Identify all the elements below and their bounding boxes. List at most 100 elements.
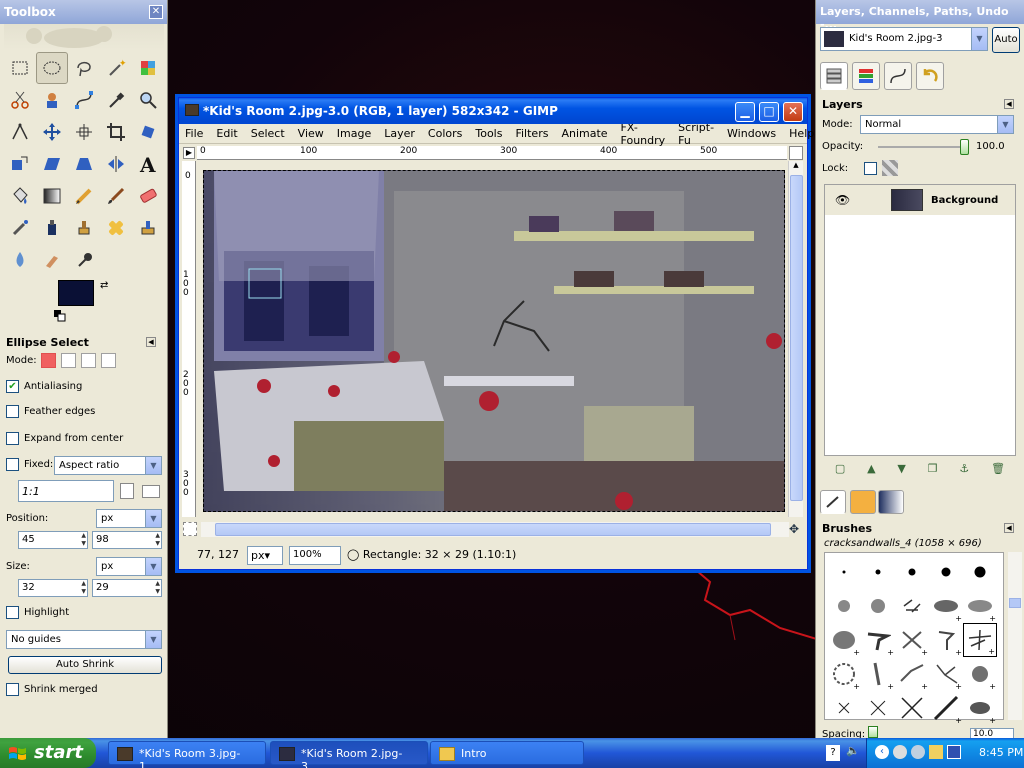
smudge-icon[interactable] xyxy=(36,244,68,276)
foreground-color-swatch[interactable] xyxy=(58,280,94,306)
brush-item[interactable] xyxy=(929,555,963,589)
fixed-checkbox[interactable] xyxy=(6,458,19,471)
eraser-icon[interactable] xyxy=(132,180,164,212)
panel-menu-icon[interactable]: ◀ xyxy=(146,337,156,347)
align-icon[interactable] xyxy=(68,116,100,148)
brush-item[interactable]: + xyxy=(861,657,895,691)
scissors-icon[interactable] xyxy=(4,84,36,116)
image-window-title-bar[interactable]: *Kid's Room 2.jpg-3.0 (RGB, 1 layer) 582… xyxy=(179,98,807,124)
delete-icon[interactable]: 🗑 xyxy=(991,462,1005,475)
brush-item[interactable]: + xyxy=(861,623,895,657)
layers-tab-icon[interactable] xyxy=(820,62,848,90)
menu-colors[interactable]: Colors xyxy=(428,127,462,140)
scrollbar-thumb[interactable] xyxy=(790,175,803,501)
auto-shrink-button[interactable]: Auto Shrink xyxy=(8,656,162,674)
scrollbar-thumb[interactable] xyxy=(215,523,771,536)
expand-row[interactable]: Expand from center xyxy=(6,432,123,445)
brush-scrollbar[interactable] xyxy=(1008,552,1022,720)
close-icon[interactable]: ✕ xyxy=(149,5,163,19)
text-icon[interactable]: A xyxy=(132,148,164,180)
ink-icon[interactable] xyxy=(36,212,68,244)
auto-button[interactable]: Auto xyxy=(992,27,1020,53)
zoom-icon[interactable] xyxy=(132,84,164,116)
paths-tab-icon[interactable] xyxy=(884,62,912,90)
swap-colors-icon[interactable]: ⇄ xyxy=(100,280,108,291)
scroll-up-icon[interactable]: ▲ xyxy=(789,161,803,169)
panel-menu-icon[interactable]: ◀ xyxy=(1004,99,1014,109)
mode-intersect-icon[interactable] xyxy=(100,353,116,368)
rect-select-icon[interactable] xyxy=(4,52,36,84)
perspective-clone-icon[interactable] xyxy=(132,212,164,244)
brush-item[interactable]: + xyxy=(895,623,929,657)
anchor-icon[interactable]: ⚓ xyxy=(959,462,969,475)
color-picker-icon[interactable] xyxy=(100,84,132,116)
portrait-icon[interactable] xyxy=(120,483,134,499)
lower-layer-icon[interactable]: ▼ xyxy=(897,462,905,475)
brush-item[interactable] xyxy=(895,589,929,623)
menu-script-fu[interactable]: Script-Fu xyxy=(678,121,714,147)
eye-icon[interactable]: 👁 xyxy=(835,193,851,207)
unit-select[interactable]: px▾ xyxy=(247,546,283,565)
layer-row[interactable]: 👁 Background xyxy=(825,185,1015,215)
brush-item[interactable]: + xyxy=(963,657,997,691)
size-unit-select[interactable]: px ▼ xyxy=(96,557,162,576)
canvas-area[interactable] xyxy=(197,161,789,517)
gradients-tab-icon[interactable] xyxy=(878,490,904,514)
ratio-entry[interactable]: 1:1 xyxy=(18,480,114,502)
brushes-tab-icon[interactable] xyxy=(820,490,846,514)
menu-animate[interactable]: Animate xyxy=(561,127,607,140)
horizontal-ruler[interactable]: 0 100 200 300 400 500 xyxy=(197,146,787,160)
zoom-select[interactable]: 100% xyxy=(289,546,341,565)
chevron-down-icon[interactable]: ▼ xyxy=(145,558,161,575)
position-y-input[interactable]: 98 ▲ ▼ xyxy=(92,531,162,549)
image-select[interactable]: Kid's Room 2.jpg-3 ▼ xyxy=(820,27,988,51)
ellipse-select-icon[interactable] xyxy=(36,52,68,84)
opacity-slider[interactable] xyxy=(878,146,966,148)
magic-wand-icon[interactable]: ✦ xyxy=(100,52,132,84)
help-icon[interactable]: ? xyxy=(826,745,840,761)
menu-select[interactable]: Select xyxy=(251,127,285,140)
menu-arrow-icon[interactable]: ▶ xyxy=(183,147,195,159)
paths-icon[interactable] xyxy=(68,84,100,116)
fixed-mode-select[interactable]: Aspect ratio ▼ xyxy=(54,456,162,475)
zoom-follow-icon[interactable] xyxy=(789,146,803,160)
tray-app-icon[interactable] xyxy=(893,745,907,759)
taskbar-item-active[interactable]: *Kid's Room 2.jpg-3.... xyxy=(270,741,428,768)
measure-icon[interactable] xyxy=(4,116,36,148)
foreground-select-icon[interactable] xyxy=(36,84,68,116)
highlight-row[interactable]: Highlight xyxy=(6,606,69,619)
speaker-icon[interactable]: 🔈 xyxy=(846,744,860,757)
chevron-down-icon[interactable]: ▼ xyxy=(145,631,161,648)
maximize-button[interactable]: □ xyxy=(759,102,779,122)
lock-pixels-checkbox[interactable] xyxy=(864,162,877,175)
spacing-slider-handle[interactable] xyxy=(868,726,878,738)
brush-item[interactable]: + xyxy=(827,623,861,657)
taskbar-item[interactable]: *Kid's Room 3.jpg-1.... xyxy=(108,741,266,768)
paintbrush-icon[interactable] xyxy=(100,180,132,212)
position-unit-select[interactable]: px ▼ xyxy=(96,509,162,528)
move-icon[interactable] xyxy=(36,116,68,148)
mode-subtract-icon[interactable] xyxy=(80,353,96,368)
blur-icon[interactable] xyxy=(4,244,36,276)
mode-add-icon[interactable] xyxy=(60,353,76,368)
start-button[interactable]: start xyxy=(0,738,96,768)
select-by-color-icon[interactable] xyxy=(132,52,164,84)
tray-app-icon[interactable] xyxy=(947,745,961,759)
highlight-checkbox[interactable] xyxy=(6,606,19,619)
duplicate-layer-icon[interactable]: ❐ xyxy=(928,462,938,475)
brush-item[interactable]: + xyxy=(929,589,963,623)
shear-icon[interactable] xyxy=(36,148,68,180)
brush-item[interactable]: + xyxy=(827,657,861,691)
menu-view[interactable]: View xyxy=(298,127,324,140)
menu-filters[interactable]: Filters xyxy=(515,127,548,140)
crop-icon[interactable] xyxy=(100,116,132,148)
antialiasing-checkbox[interactable]: ✔ xyxy=(6,380,19,393)
menu-image[interactable]: Image xyxy=(337,127,371,140)
image-canvas[interactable] xyxy=(203,170,785,512)
position-x-input[interactable]: 45 ▲ ▼ xyxy=(18,531,88,549)
guides-select[interactable]: No guides ▼ xyxy=(6,630,162,649)
chevron-down-icon[interactable]: ▼ xyxy=(997,116,1013,133)
brush-item[interactable] xyxy=(827,555,861,589)
menu-edit[interactable]: Edit xyxy=(216,127,237,140)
brush-item[interactable] xyxy=(895,691,929,725)
